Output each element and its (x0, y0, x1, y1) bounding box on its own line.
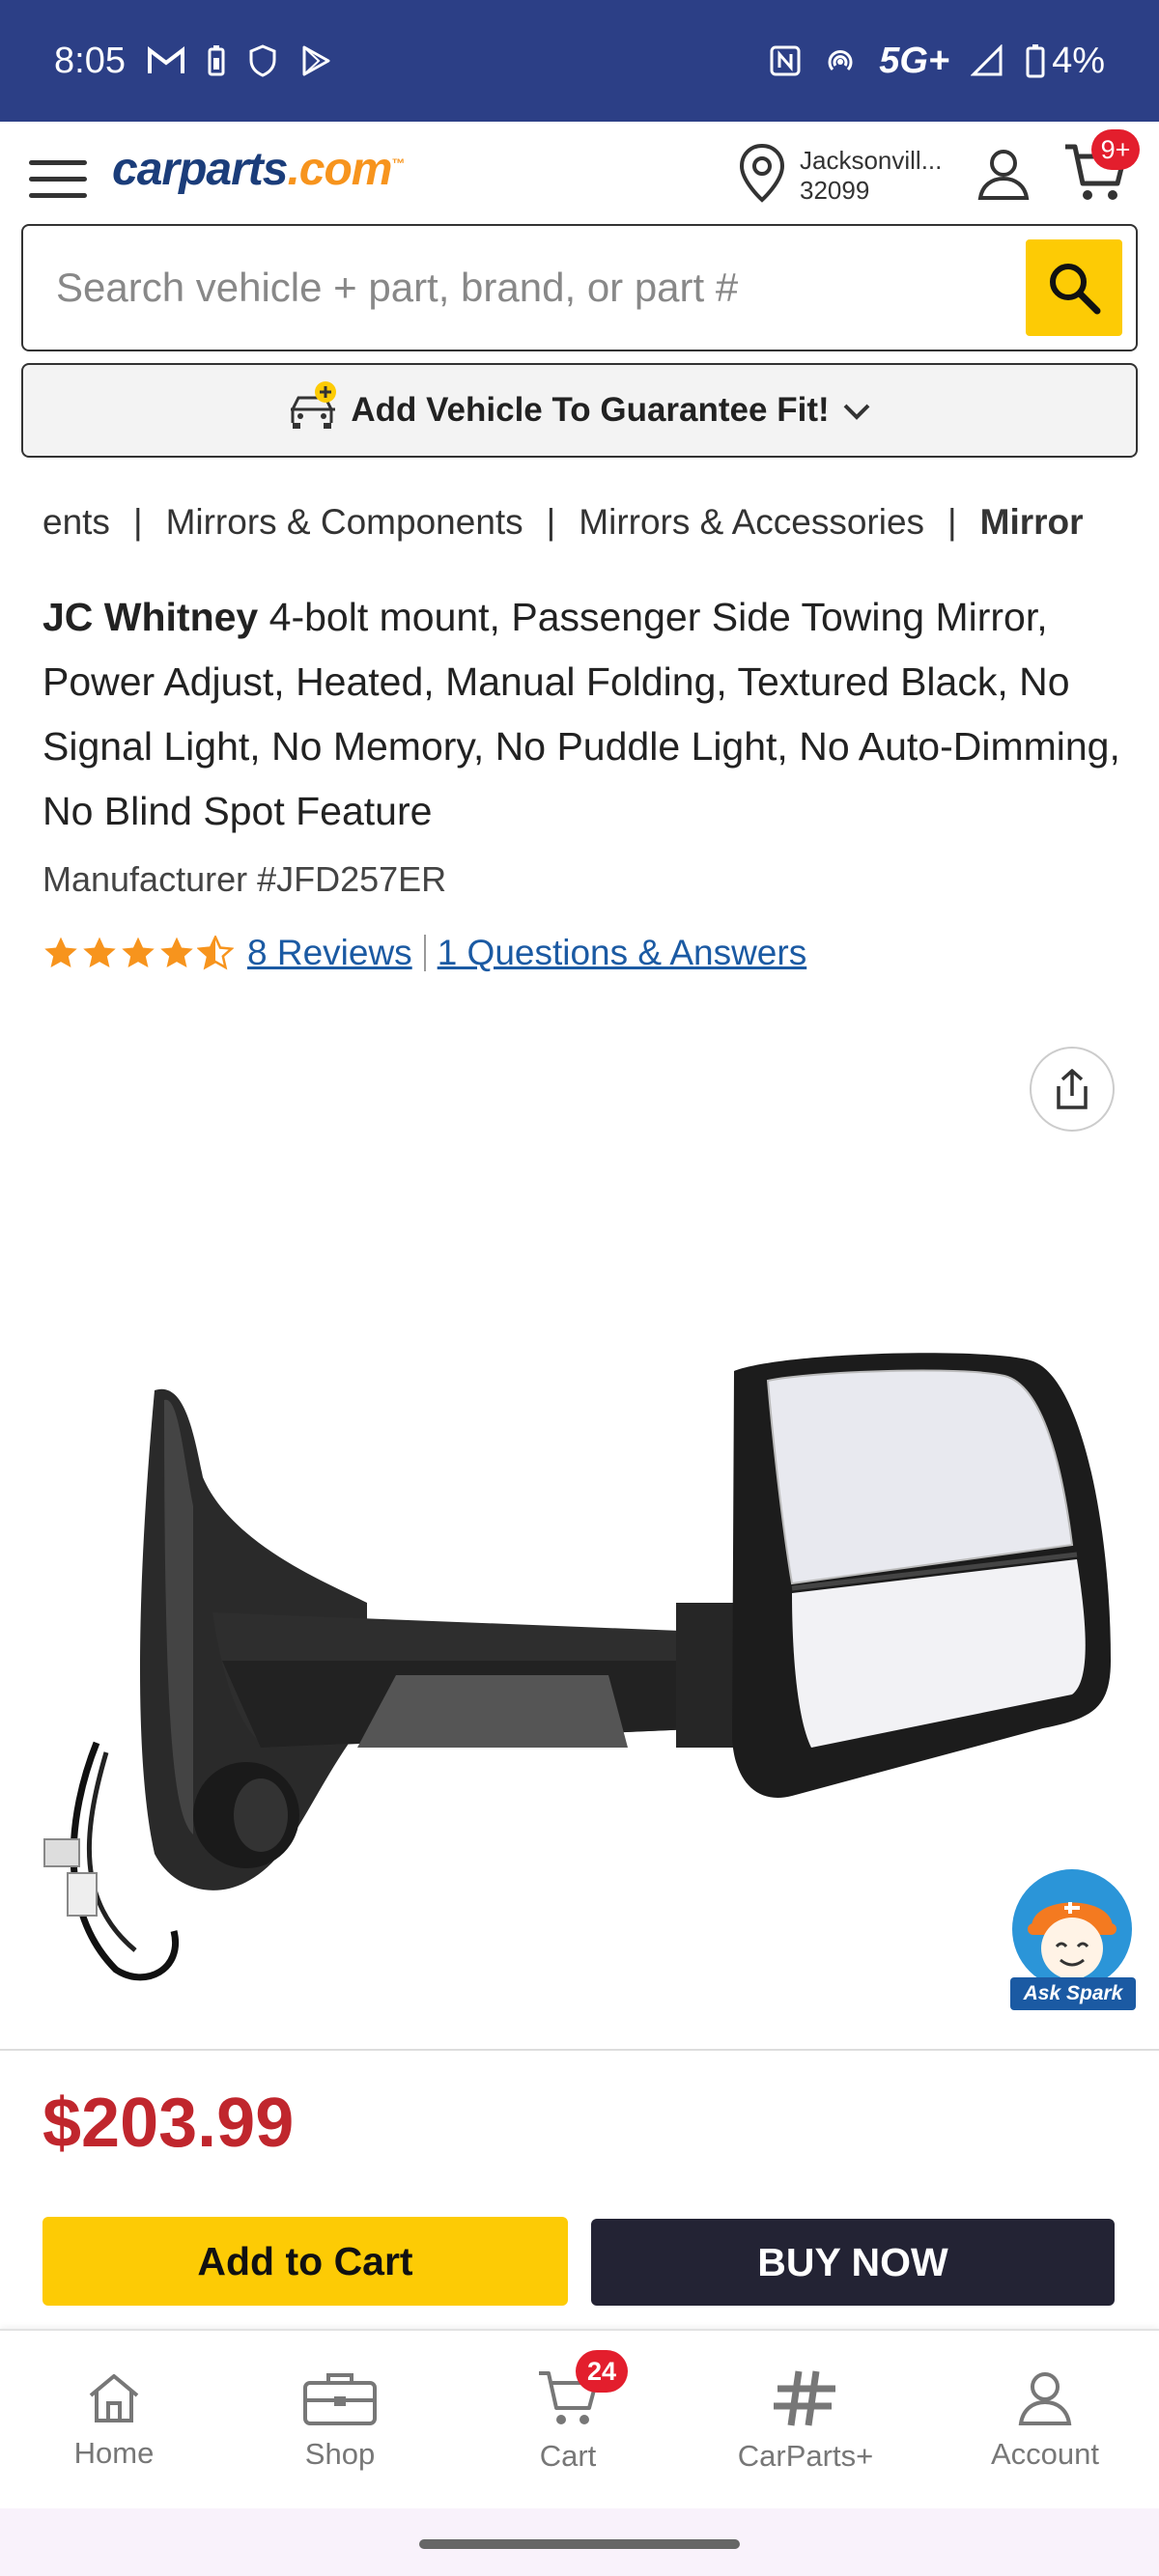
tab-home-label: Home (73, 2436, 155, 2470)
tab-cart-badge: 24 (576, 2350, 628, 2393)
status-bar: 8:05 5G+ 4% (0, 0, 1159, 122)
breadcrumb-separator: | (947, 502, 957, 542)
menu-icon[interactable] (29, 160, 87, 203)
star-icon (83, 937, 116, 968)
share-button[interactable] (1030, 1047, 1115, 1132)
search-button[interactable] (1026, 239, 1122, 336)
star-icon (122, 937, 155, 968)
play-store-icon (299, 44, 332, 77)
nfc-icon (769, 44, 802, 77)
section-divider (0, 2049, 1159, 2051)
cart-count-badge: 9+ (1091, 129, 1140, 170)
tab-account-label: Account (990, 2437, 1099, 2471)
battery-icon (1025, 43, 1046, 78)
product-brand: JC Whitney (42, 595, 259, 639)
rating-divider (423, 935, 426, 971)
breadcrumb-separator: | (546, 502, 556, 542)
buy-now-button[interactable]: BUY NOW (591, 2219, 1115, 2306)
ask-spark-label[interactable]: Ask Spark (1010, 1977, 1136, 2010)
home-icon (89, 2374, 139, 2422)
chevron-down-icon (841, 391, 872, 430)
account-icon (1018, 2372, 1072, 2425)
product-title: JC Whitney 4-bolt mount, Passenger Side … (42, 585, 1124, 844)
breadcrumb-current: Mirror (979, 502, 1084, 542)
add-vehicle-button[interactable]: Add Vehicle To Guarantee Fit! (21, 363, 1138, 458)
account-icon[interactable] (975, 147, 1032, 206)
location-pin-icon (738, 143, 786, 208)
tab-shop[interactable]: Shop (234, 2331, 446, 2510)
battery-level: 4% (1052, 40, 1105, 81)
breadcrumb-separator: | (132, 502, 143, 542)
tab-home[interactable]: Home (8, 2331, 220, 2510)
bottom-tab-bar: Home Shop Cart 24 CarParts+ Account (0, 2329, 1159, 2508)
qa-link[interactable]: 1 Questions & Answers (438, 933, 807, 973)
gesture-handle[interactable] (419, 2539, 740, 2549)
reviews-link[interactable]: 8 Reviews (247, 933, 412, 973)
tab-carparts-plus-label: CarParts+ (737, 2439, 874, 2473)
location-zip: 32099 (800, 175, 870, 205)
tab-shop-label: Shop (304, 2437, 376, 2471)
search-input[interactable] (56, 265, 983, 311)
tab-account[interactable]: Account (939, 2331, 1151, 2510)
logo-text: carparts (112, 144, 288, 195)
hotspot-icon (823, 44, 858, 77)
add-to-cart-button[interactable]: Add to Cart (42, 2217, 568, 2306)
shield-icon (247, 44, 278, 77)
star-icon (160, 937, 193, 968)
tab-carparts-plus[interactable]: CarParts+ (699, 2331, 912, 2510)
spark-mascot-icon (1012, 1869, 1132, 1989)
star-icon (44, 937, 77, 968)
status-time: 8:05 (54, 40, 126, 81)
breadcrumb-item[interactable]: ents (42, 502, 110, 543)
manufacturer-number: Manufacturer #JFD257ER (42, 859, 447, 899)
breadcrumb-item[interactable]: Mirrors & Accessories (579, 502, 924, 543)
battery-saver-icon (207, 44, 226, 77)
product-image[interactable] (39, 1313, 1130, 1989)
breadcrumb: ents | Mirrors & Components | Mirrors & … (42, 502, 1159, 543)
network-type: 5G+ (879, 40, 950, 81)
tab-cart-label: Cart (539, 2439, 597, 2473)
toolbox-icon (303, 2373, 377, 2425)
carparts-plus-icon (774, 2370, 835, 2426)
logo-domain: .com (287, 144, 392, 195)
breadcrumb-item[interactable]: Mirrors & Components (166, 502, 523, 543)
half-star-icon (197, 936, 234, 970)
gmail-icon (147, 45, 185, 76)
search-bar (21, 224, 1138, 351)
site-header: carparts.com™ Jacksonvill... 32099 (0, 122, 1159, 226)
store-location[interactable]: Jacksonvill... 32099 (738, 143, 942, 208)
tab-cart[interactable]: Cart 24 (462, 2331, 674, 2510)
rating-row: 8 Reviews 1 Questions & Answers (42, 933, 806, 973)
logo-trademark: ™ (391, 155, 405, 171)
signal-icon (971, 44, 1004, 77)
product-price: $203.99 (42, 2085, 295, 2162)
star-rating (42, 936, 234, 970)
add-vehicle-label: Add Vehicle To Guarantee Fit! (351, 391, 830, 429)
search-icon (1050, 264, 1101, 315)
share-icon (1057, 1069, 1088, 1109)
location-city: Jacksonvill... (800, 145, 943, 175)
site-logo[interactable]: carparts.com™ (112, 143, 405, 196)
car-plus-icon (287, 380, 339, 441)
